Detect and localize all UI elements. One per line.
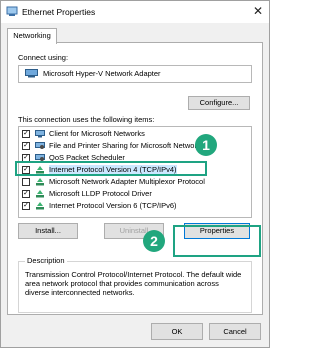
checkbox[interactable]: ✓ [22, 142, 30, 150]
connect-using-label: Connect using: [18, 53, 69, 62]
list-item[interactable]: ✓ Microsoft LLDP Protocol Driver [19, 189, 251, 200]
list-item[interactable]: Microsoft Network Adapter Multiplexor Pr… [19, 177, 251, 188]
items-label: This connection uses the following items… [18, 115, 155, 124]
step-badge-1: 1 [195, 134, 217, 156]
network-service-icon [35, 142, 45, 149]
network-adapter-icon [6, 6, 18, 16]
checkbox[interactable] [22, 178, 30, 186]
adapter-field: Microsoft Hyper-V Network Adapter [18, 65, 252, 83]
step-badge-2: 2 [143, 230, 165, 252]
highlight-properties [173, 225, 261, 257]
network-client-icon [35, 130, 45, 138]
highlight-ipv4 [15, 161, 207, 176]
ethernet-properties-dialog: Ethernet Properties ✕ Networking Connect… [0, 0, 270, 348]
tab-networking[interactable]: Networking [7, 28, 57, 44]
networking-panel: Connect using: Microsoft Hyper-V Network… [7, 42, 263, 315]
network-protocol-icon [36, 178, 44, 186]
list-item[interactable]: ✓ Internet Protocol Version 6 (TCP/IPv6) [19, 201, 251, 212]
network-protocol-icon [36, 202, 44, 210]
description-group: Description Transmission Control Protoco… [18, 256, 252, 313]
close-icon[interactable]: ✕ [253, 4, 263, 18]
item-label: Client for Microsoft Networks [49, 129, 145, 138]
install-button[interactable]: Install... [18, 223, 78, 239]
item-label: Microsoft LLDP Protocol Driver [49, 189, 152, 198]
network-protocol-icon [36, 190, 44, 198]
adapter-name: Microsoft Hyper-V Network Adapter [43, 69, 161, 78]
ok-button[interactable]: OK [151, 323, 203, 340]
checkbox[interactable]: ✓ [22, 190, 30, 198]
cancel-button[interactable]: Cancel [209, 323, 261, 340]
title-bar: Ethernet Properties ✕ [1, 1, 269, 23]
description-legend: Description [25, 256, 67, 265]
checkbox[interactable]: ✓ [22, 130, 30, 138]
list-item[interactable]: ✓ Client for Microsoft Networks [19, 129, 251, 140]
configure-button[interactable]: Configure... [188, 96, 250, 110]
checkbox[interactable]: ✓ [22, 202, 30, 210]
item-label: File and Printer Sharing for Microsoft N… [49, 141, 205, 150]
network-adapter-icon [25, 69, 38, 78]
description-text: Transmission Control Protocol/Internet P… [25, 270, 242, 297]
item-label: Internet Protocol Version 6 (TCP/IPv6) [49, 201, 177, 210]
window-title: Ethernet Properties [22, 7, 96, 17]
item-label: Microsoft Network Adapter Multiplexor Pr… [49, 177, 205, 186]
